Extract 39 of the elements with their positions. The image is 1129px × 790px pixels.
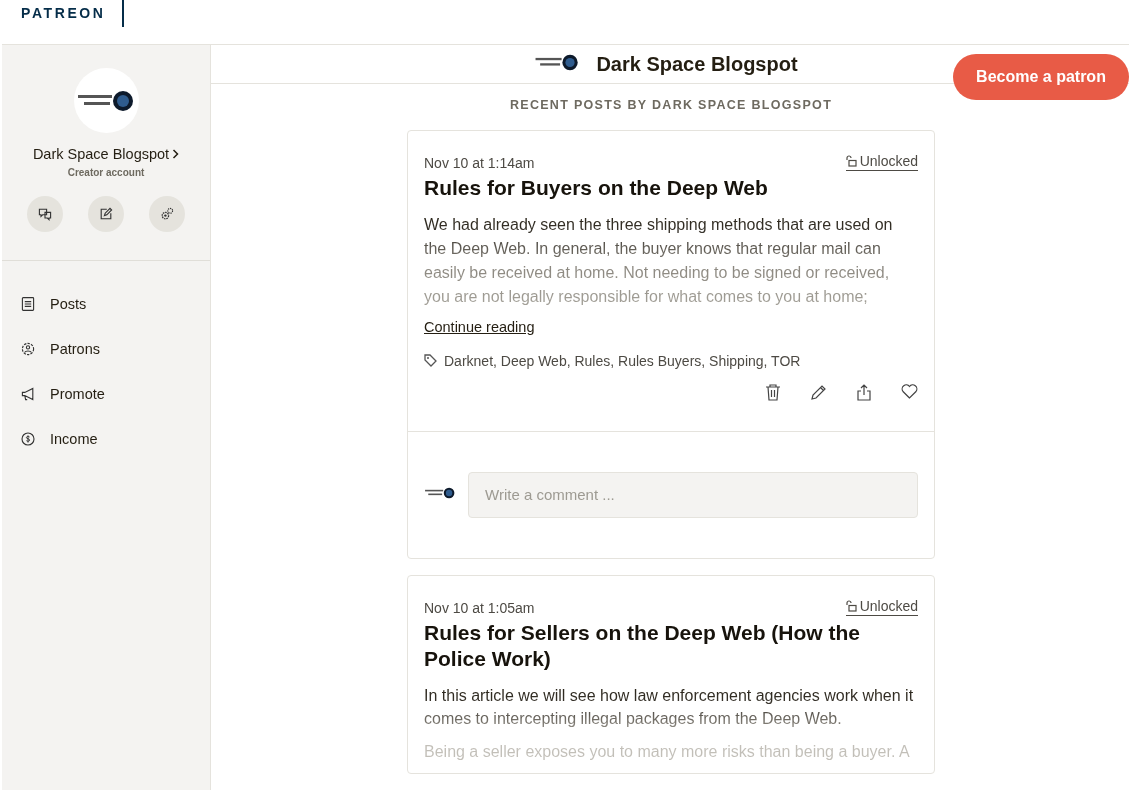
dollar-icon <box>20 430 36 447</box>
access-link[interactable]: Unlocked <box>845 153 918 172</box>
post-excerpt: In this article we will see how law enforcement agencies work when it comes to intercepting illegal packages from the Deep Web. <box>424 685 915 730</box>
megaphone-icon <box>20 385 36 402</box>
continue-reading-link[interactable]: Continue reading <box>424 318 535 335</box>
gears-icon <box>159 206 175 222</box>
messages-button[interactable] <box>27 196 63 232</box>
post-date: Nov 10 at 1:05am <box>424 599 535 616</box>
share-icon[interactable] <box>857 383 871 401</box>
access-link[interactable]: Unlocked <box>845 597 918 616</box>
tag-icon <box>424 354 437 368</box>
post-title[interactable]: Rules for Sellers on the Deep Web (How the Police Work) <box>424 619 918 672</box>
post-date: Nov 10 at 1:14am <box>424 155 535 172</box>
chevron-icon <box>172 149 180 159</box>
nav-item[interactable]: Posts <box>2 281 210 326</box>
nav-item[interactable]: Income <box>2 416 210 461</box>
feed-heading: RECENT POSTS BY DARK SPACE BLOGSPOT <box>509 98 833 113</box>
brand-logo[interactable]: PATREON <box>0 0 124 27</box>
page-title: Dark Space Blogspot <box>596 52 798 76</box>
chat-bubbles-icon <box>37 206 53 222</box>
nav-item[interactable]: Promote <box>2 371 210 416</box>
heart-icon[interactable] <box>901 383 918 399</box>
unlocked-lock-icon <box>845 599 857 612</box>
post-excerpt: Being a seller exposes you to many more risks than being a buyer. A <box>424 742 911 763</box>
document-icon <box>20 295 36 312</box>
creator-name[interactable]: Dark Space Blogspot <box>32 146 170 162</box>
edit-icon <box>98 206 114 222</box>
trash-icon[interactable] <box>765 383 781 401</box>
nav-item[interactable]: Patrons <box>2 326 210 371</box>
edit-icon[interactable] <box>811 383 827 400</box>
people-icon <box>20 340 36 357</box>
edit-button[interactable] <box>88 196 124 232</box>
post-excerpt: We had already seen the three shipping methods that are used on the Deep Web. In general, the buyer knows that regular mail can easily be received at home. Not needing to be signed or received, you are not legally responsible for what comes to you at home; <box>424 215 894 307</box>
settings-button[interactable] <box>149 196 185 232</box>
unlocked-lock-icon <box>845 155 857 168</box>
post-title[interactable]: Rules for Buyers on the Deep Web <box>424 175 918 202</box>
post-tags: Darknet, Deep Web, Rules, Rules Buyers, Shipping, TOR <box>444 352 801 369</box>
comment-field[interactable]: Write a comment ... <box>468 471 918 518</box>
account-type: Creator account <box>67 167 145 178</box>
